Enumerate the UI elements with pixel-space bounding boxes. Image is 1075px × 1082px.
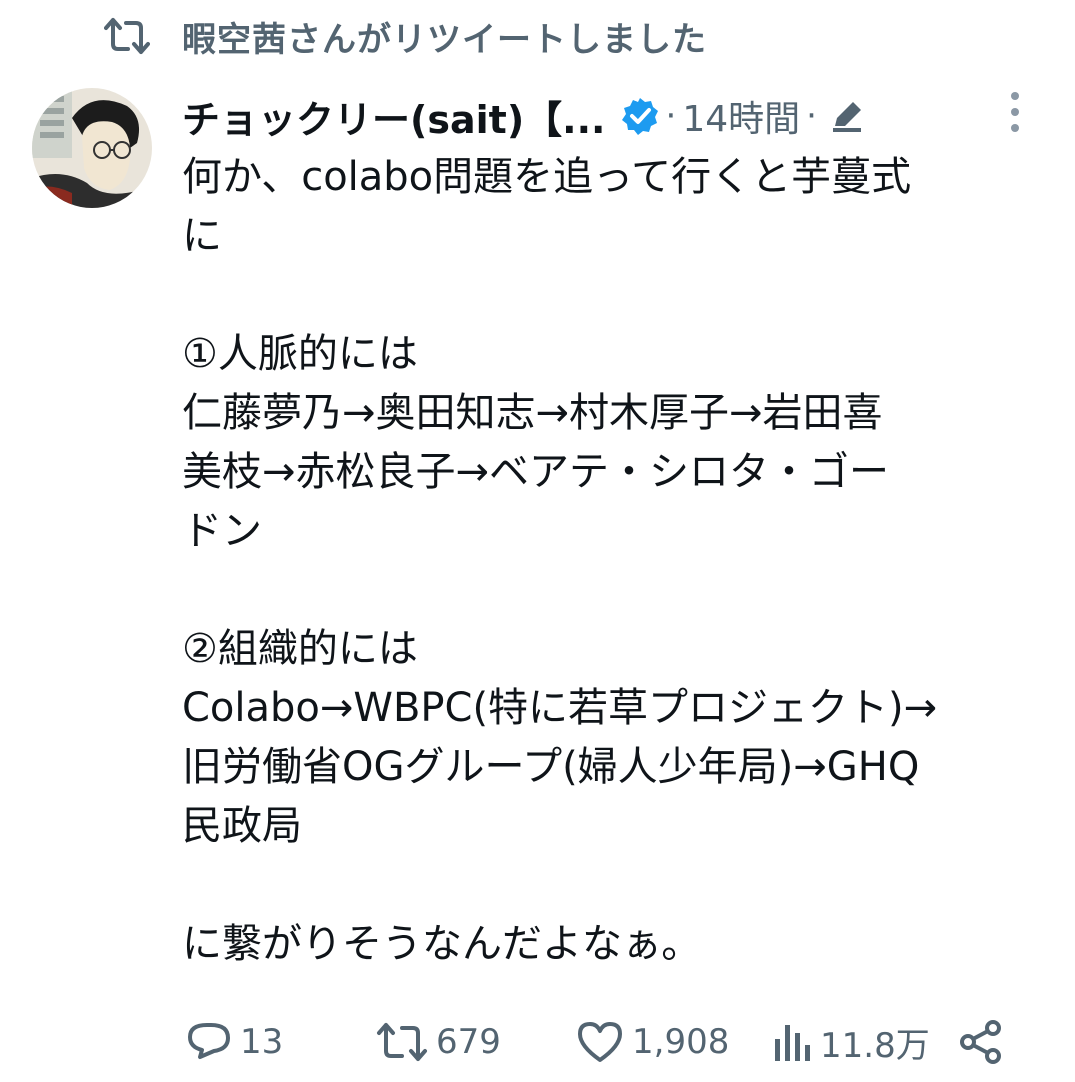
tweet-line: ドン	[182, 508, 262, 554]
views-chart-icon	[775, 1025, 810, 1061]
tweet-line-blank	[182, 856, 1042, 915]
like-count: 1,908	[632, 1022, 730, 1062]
tweet-line: 旧労働省OGグループ(婦人少年局)→GHQ	[182, 744, 920, 790]
avatar-image	[32, 88, 152, 208]
tweet-header: チョックリー(sait)【... · 14時間 ·	[182, 86, 972, 146]
reply-button[interactable]: 13	[186, 1012, 376, 1072]
tweet-line: に	[182, 213, 222, 259]
views-button[interactable]: 11.8万	[772, 1012, 958, 1072]
share-button[interactable]	[958, 1012, 1014, 1072]
retweet-banner-text: 暇空茜さんがリツイートしました	[182, 19, 707, 60]
author-name[interactable]: チョックリー(sait)【...	[182, 89, 606, 144]
retweet-banner[interactable]: 暇空茜さんがリツイートしました	[104, 12, 707, 60]
header-separator-2: ·	[806, 96, 817, 136]
tweet-line: ②組織的には	[182, 626, 418, 672]
tweet-text: 何か、colabo問題を追って行くと芋蔓式 に ①人脈的には 仁藤夢乃→奥田知志…	[182, 148, 1042, 974]
retweet-count: 679	[436, 1022, 501, 1062]
tweet-line-blank	[182, 266, 1042, 325]
tweet-line: に繋がりそうなんだよなぁ。	[182, 921, 702, 967]
verified-badge-icon[interactable]	[620, 96, 660, 136]
tweet-timestamp[interactable]: 14時間	[682, 90, 800, 142]
tweet-line: 美枝→赤松良子→ベアテ・シロタ・ゴー	[182, 449, 890, 495]
reply-count: 13	[240, 1022, 284, 1062]
retweet-button[interactable]: 679	[376, 1012, 576, 1072]
more-vertical-icon[interactable]	[1002, 90, 1028, 134]
tweet-line-blank	[182, 561, 1042, 620]
tweet-line: 仁藤夢乃→奥田知志→村木厚子→岩田喜	[182, 390, 883, 436]
retweet-icon	[104, 18, 150, 54]
share-icon	[960, 1020, 1001, 1064]
reply-icon	[188, 1023, 230, 1059]
tweet-line: 何か、colabo問題を追って行くと芋蔓式	[182, 154, 912, 200]
tweet-actions: 13 679 1,908 11.8万	[186, 1012, 1016, 1072]
retweet-icon	[377, 1023, 427, 1061]
views-count: 11.8万	[820, 1025, 930, 1066]
tweet-line: 民政局	[182, 803, 302, 849]
heart-icon	[578, 1022, 622, 1062]
tweet-line: ①人脈的には	[182, 331, 418, 377]
tweet-line: Colabo→WBPC(特に若草プロジェクト)→	[182, 685, 938, 731]
header-separator: ·	[665, 96, 677, 136]
like-button[interactable]: 1,908	[576, 1012, 772, 1072]
avatar[interactable]	[32, 88, 152, 208]
pencil-icon[interactable]	[829, 98, 865, 134]
